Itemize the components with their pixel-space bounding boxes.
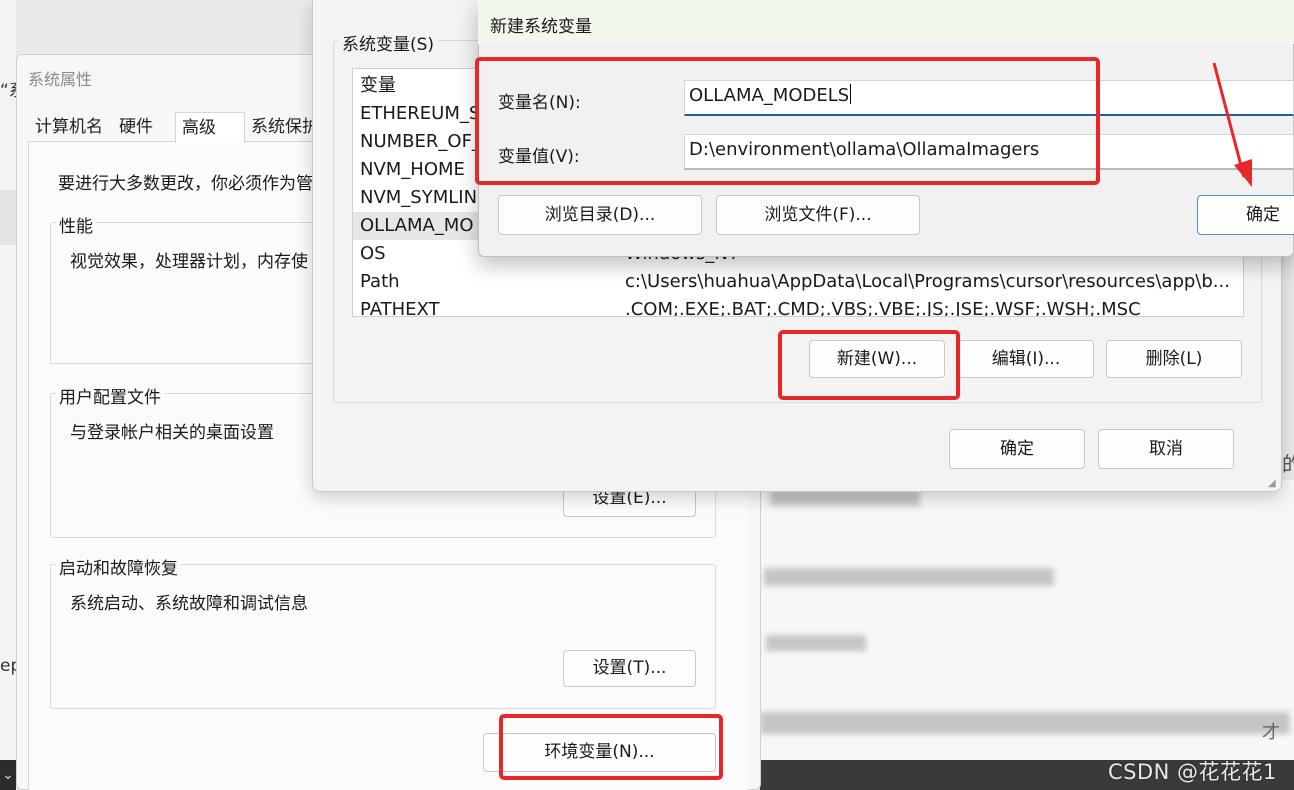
variable-name: ETHEREUM_S bbox=[360, 103, 481, 124]
startup-recovery-label: 启动和故障恢复 bbox=[56, 554, 181, 579]
blurred-text bbox=[764, 568, 1054, 586]
browse-file-button[interactable]: 浏览文件(F)... bbox=[716, 195, 920, 235]
annotation-highlight-env-button bbox=[499, 714, 723, 780]
desktop-left-band bbox=[0, 190, 16, 245]
user-profiles-desc: 与登录帐户相关的桌面设置 bbox=[70, 423, 274, 443]
blurred-text bbox=[760, 712, 1290, 734]
variable-name: NVM_HOME bbox=[360, 159, 465, 180]
variable-name: Path bbox=[360, 271, 400, 292]
user-profiles-label: 用户配置文件 bbox=[56, 383, 164, 408]
tab-hardware[interactable]: 硬件 bbox=[113, 112, 159, 142]
system-variables-label: 系统变量(S) bbox=[338, 30, 439, 55]
startup-recovery-settings-button[interactable]: 设置(T)... bbox=[563, 650, 696, 687]
variable-name: PATHEXT bbox=[360, 299, 440, 317]
dialog-title-bar bbox=[478, 0, 1294, 44]
column-header-name: 变量 bbox=[360, 75, 396, 96]
variable-name: NVM_SYMLIN bbox=[360, 187, 478, 208]
edit-variable-button[interactable]: 编辑(I)... bbox=[958, 340, 1094, 378]
performance-group bbox=[50, 222, 316, 364]
variable-value: c:\Users\huahua\AppData\Local\Programs\c… bbox=[625, 271, 1230, 292]
table-row[interactable]: PATHEXT .COM;.EXE;.BAT;.CMD;.VBS;.VBE;.J… bbox=[353, 296, 1243, 317]
browse-directory-button[interactable]: 浏览目录(D)... bbox=[498, 195, 702, 235]
window-title: 系统属性 bbox=[28, 70, 93, 89]
startup-recovery-group bbox=[50, 564, 716, 709]
resize-grip-icon[interactable]: ◢ bbox=[1268, 478, 1280, 490]
performance-label: 性能 bbox=[56, 212, 96, 237]
dialog-title: 新建系统变量 bbox=[490, 17, 592, 37]
dialog-ok-button[interactable]: 确定 bbox=[1197, 195, 1294, 235]
performance-desc: 视觉效果，处理器计划，内存使 bbox=[70, 252, 308, 272]
background-text-fragment: 才 bbox=[1262, 722, 1280, 743]
table-row[interactable]: Path c:\Users\huahua\AppData\Local\Progr… bbox=[353, 268, 1243, 296]
variable-name: OS bbox=[360, 243, 386, 264]
background-text-fragment: 的 bbox=[1282, 452, 1294, 476]
blurred-text bbox=[766, 635, 866, 651]
annotation-highlight-fields bbox=[475, 57, 1100, 185]
admin-notice: 要进行大多数更改，你必须作为管 bbox=[58, 174, 313, 194]
chevron-down-icon: ⌄ bbox=[2, 767, 14, 783]
annotation-highlight-new-button bbox=[778, 330, 960, 400]
env-ok-button[interactable]: 确定 bbox=[949, 429, 1085, 469]
taskbar-fragment: ⌄ bbox=[0, 760, 16, 790]
startup-recovery-desc: 系统启动、系统故障和调试信息 bbox=[70, 594, 308, 614]
blurred-text bbox=[770, 490, 920, 506]
variable-name: OLLAMA_MO bbox=[360, 215, 474, 236]
variable-name: NUMBER_OF_ bbox=[360, 131, 481, 152]
delete-variable-button[interactable]: 删除(L) bbox=[1106, 340, 1242, 378]
variable-value: .COM;.EXE;.BAT;.CMD;.VBS;.VBE;.JS;.JSE;.… bbox=[625, 299, 1141, 317]
tab-computer-name[interactable]: 计算机名 bbox=[29, 112, 109, 142]
annotation-arrow-icon bbox=[1212, 62, 1252, 187]
watermark-text: CSDN @花花花1 bbox=[1108, 760, 1277, 784]
tab-advanced[interactable]: 高级 bbox=[175, 112, 245, 143]
env-cancel-button[interactable]: 取消 bbox=[1098, 429, 1234, 469]
